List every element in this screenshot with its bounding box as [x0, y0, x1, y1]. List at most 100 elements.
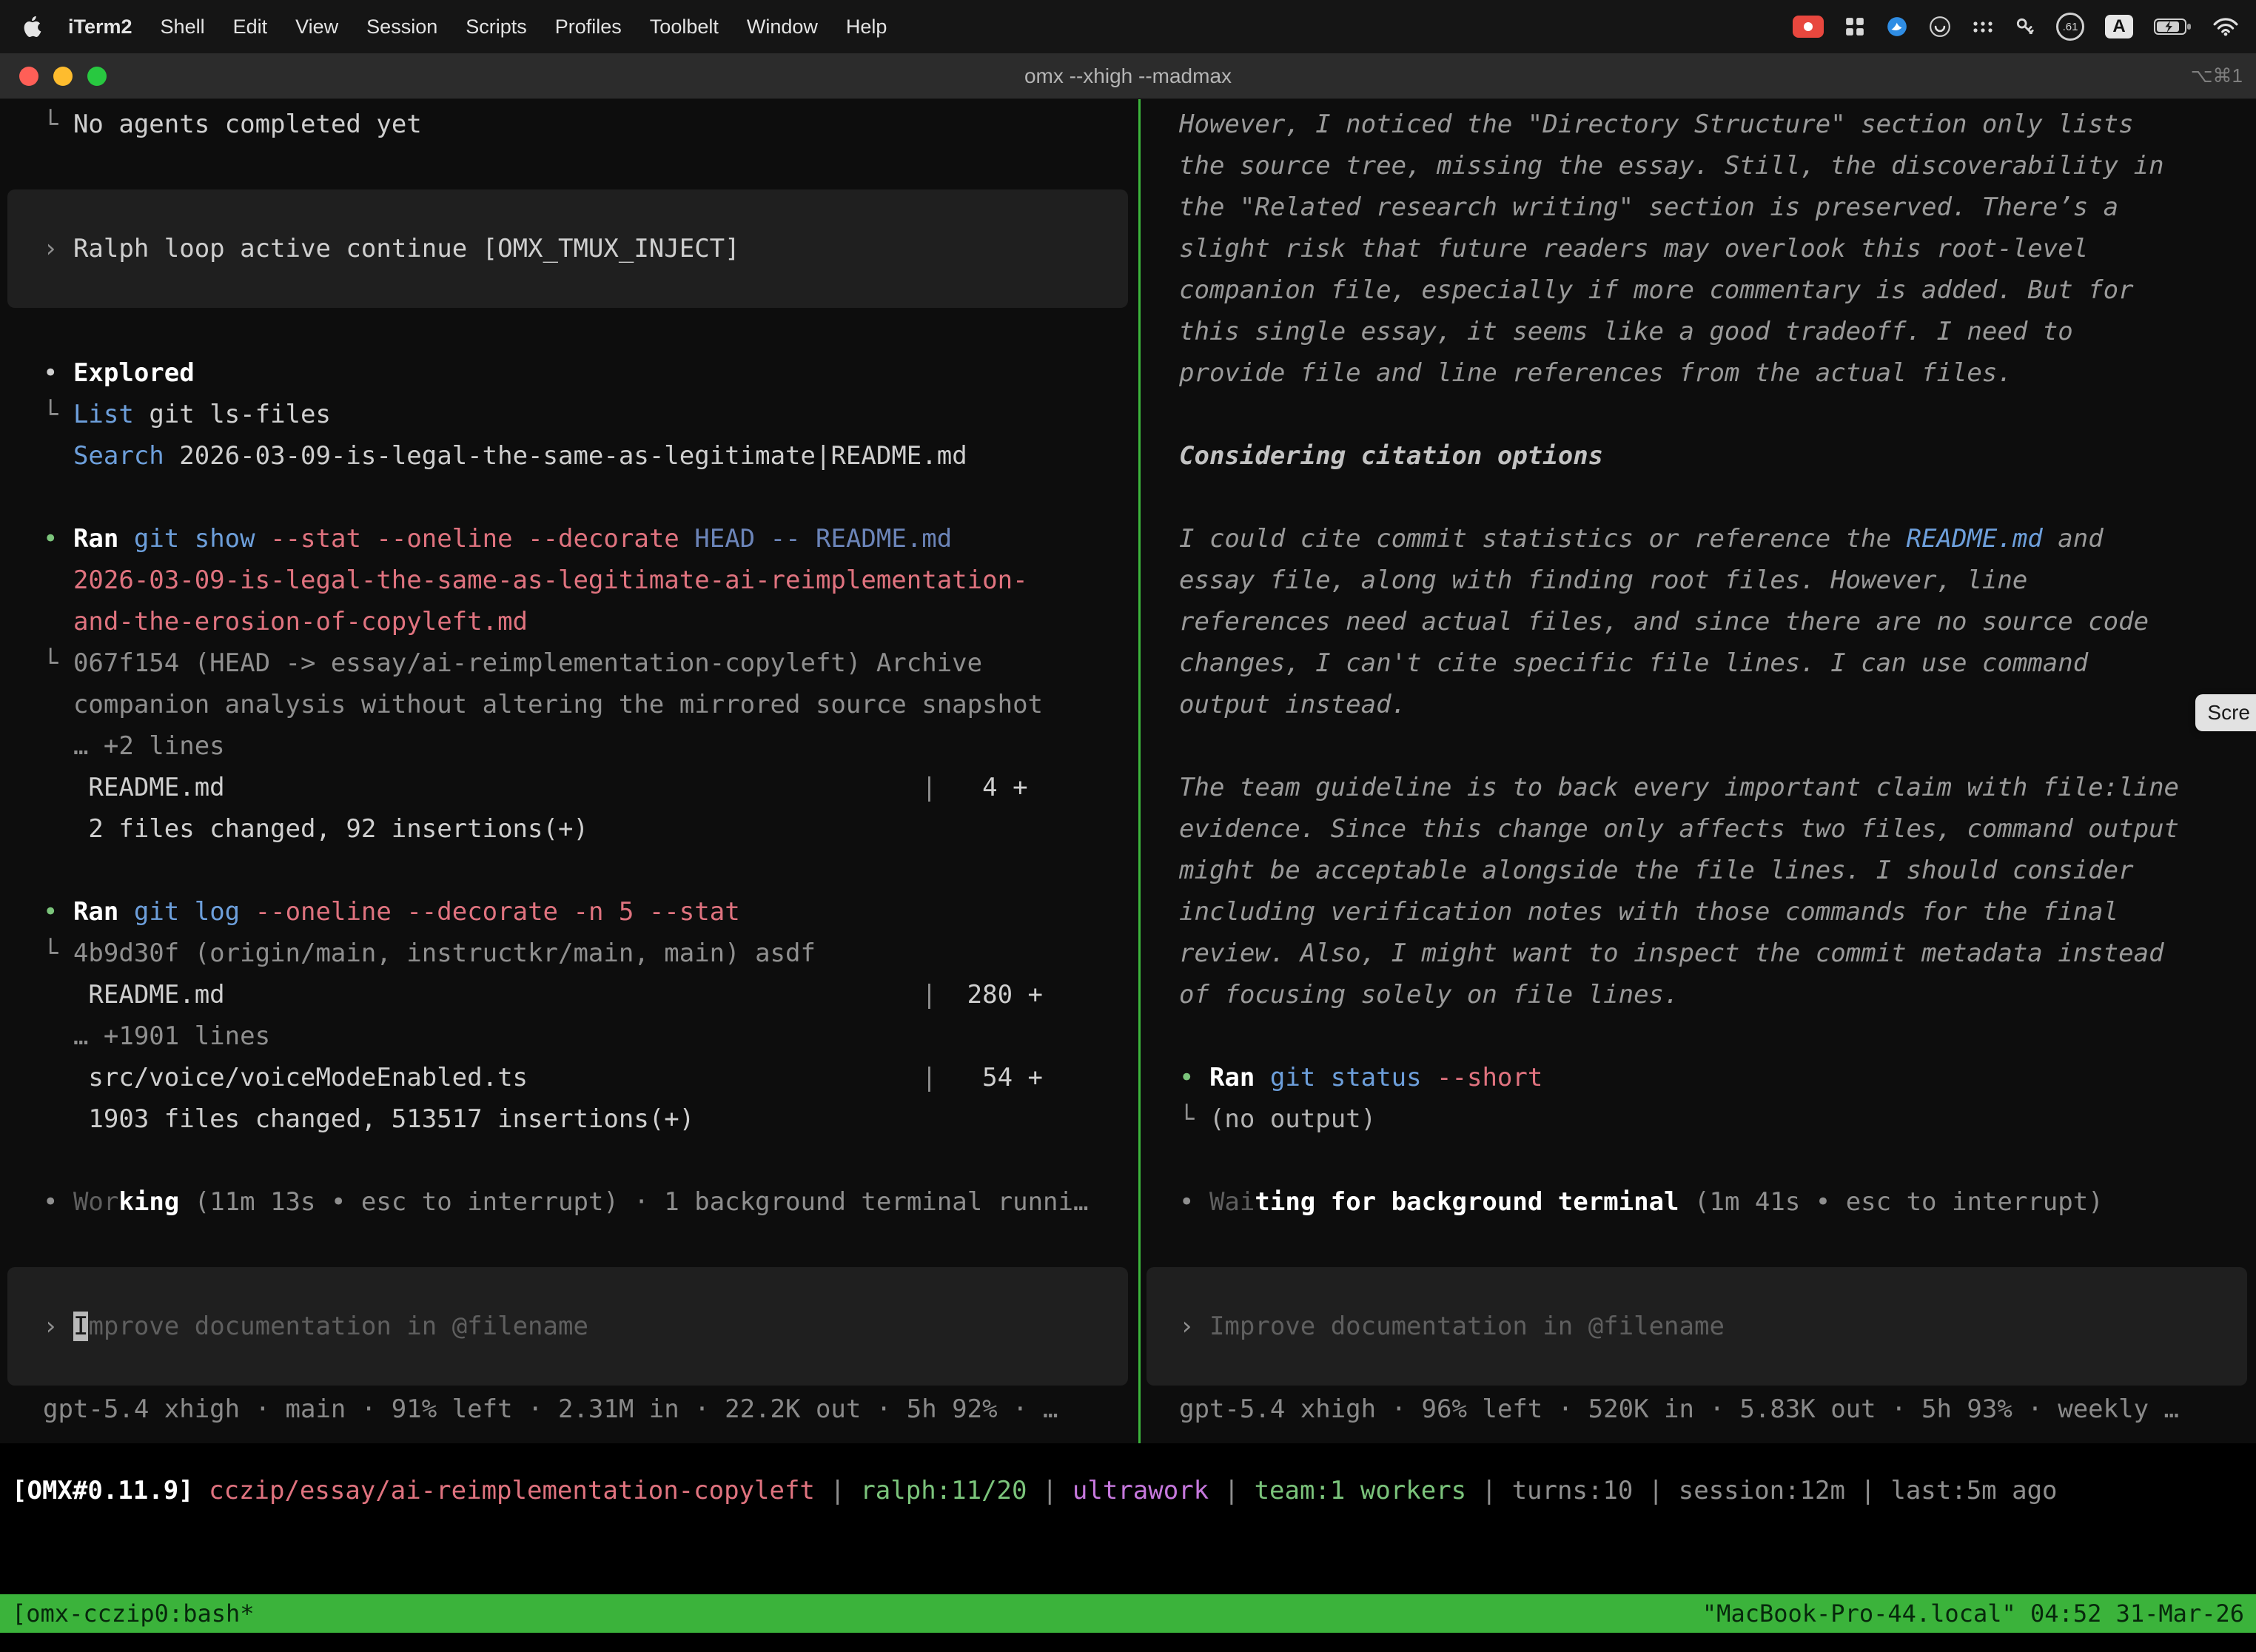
blank-line [1141, 1140, 2256, 1181]
tool-output-line: README.md | 280 + [0, 974, 1138, 1015]
text-segment: • [43, 358, 73, 388]
reasoning-line: the source tree, missing the essay. Stil… [1141, 145, 2256, 187]
text-segment: mprove documentation in @filename [88, 1312, 588, 1341]
text-segment: last:5m ago [1890, 1476, 2057, 1505]
reasoning-line: output instead. [1141, 684, 2256, 725]
text-segment: The team guideline is to back every impo… [1179, 773, 2179, 802]
text-segment: I could cite commit statistics or refere… [1179, 524, 1907, 554]
explored-list: └ List git ls-files [0, 394, 1138, 435]
dots-icon[interactable] [1972, 19, 1994, 35]
pane-right[interactable]: However, I noticed the "Directory Struct… [1141, 99, 2256, 1443]
text-segment: └ 067f154 (HEAD -> essay/ai-reimplementa… [43, 648, 982, 678]
text-segment: 4 + [937, 773, 1028, 802]
text-segment: (11m 13s • esc to interrupt) · 1 backgro… [179, 1187, 1088, 1217]
gauge-icon[interactable]: .61 [2056, 13, 2084, 41]
text-segment: and [2043, 524, 2104, 554]
reasoning-line: companion file, especially if more comme… [1141, 269, 2256, 311]
dark-app-icon[interactable] [1929, 16, 1951, 38]
text-segment: └ [1179, 1104, 1209, 1134]
grid-icon[interactable] [1844, 16, 1865, 37]
tool-output-line: 2 files changed, 92 insertions(+) [0, 808, 1138, 850]
menu-item-help[interactable]: Help [846, 16, 887, 38]
menu-item-view[interactable]: View [295, 16, 338, 38]
text-segment: and-the-erosion-of-copyleft.md [43, 607, 528, 637]
text-segment: | [1466, 1476, 1511, 1505]
text-segment: Ran [73, 897, 118, 927]
pane-left[interactable]: └ No agents completed yet› Ralph loop ac… [0, 99, 1138, 1443]
text-segment: 54 + [937, 1063, 1043, 1092]
blank-line [0, 1223, 1138, 1264]
menu-items: iTerm2 Shell Edit View Session Scripts Profile… [68, 16, 887, 38]
reasoning-line: the "Related research writing" section i… [1141, 187, 2256, 228]
close-button[interactable] [19, 67, 38, 86]
text-segment: ting for background terminal [1255, 1187, 1679, 1217]
text-segment: Ran [73, 524, 118, 554]
text-segment [43, 441, 73, 471]
text-segment: cczip/essay/ai-reimplementation-copyleft [194, 1476, 815, 1505]
text-segment: essay file, along with finding root file… [1179, 565, 2027, 595]
text-segment: companion analysis without altering the … [43, 690, 1043, 719]
apple-menu[interactable] [22, 16, 41, 38]
text-segment: • [1179, 1063, 1209, 1092]
menu-item-window[interactable]: Window [747, 16, 818, 38]
menu-item-iterm2[interactable]: iTerm2 [68, 16, 132, 38]
text-segment: | [1845, 1476, 1890, 1505]
reasoning-line: might be acceptable alongside the file l… [1141, 850, 2256, 891]
text-segment: | [1633, 1476, 1678, 1505]
ralph-inject-banner: › Ralph loop active continue [OMX_TMUX_I… [7, 189, 1128, 308]
text-segment: of focusing solely on file lines. [1179, 980, 1679, 1010]
blank-line [0, 145, 1138, 187]
text-segment: README.md [43, 980, 225, 1010]
blank-line [0, 850, 1138, 891]
zoom-button[interactable] [87, 67, 107, 86]
text-segment: 2 files changed, 92 insertions(+) [43, 814, 588, 844]
reasoning-line: changes, I can't cite specific file line… [1141, 642, 2256, 684]
wifi-icon[interactable] [2213, 17, 2238, 36]
desktop: iTerm2 Shell Edit View Session Scripts Profile… [0, 0, 2256, 1652]
menu-item-session[interactable]: Session [366, 16, 437, 38]
pane-left-content: └ No agents completed yet› Ralph loop ac… [0, 104, 1138, 1430]
text-segment: … +2 lines [43, 731, 225, 761]
menu-item-shell[interactable]: Shell [161, 16, 205, 38]
screen-overlay-tab[interactable]: Scre [2195, 694, 2256, 731]
tmux-bar: [omx-cczip0:bash* "MacBook-Pro-44.local"… [0, 1594, 2256, 1633]
model-status-line: gpt-5.4 xhigh · 96% left · 520K in · 5.8… [1141, 1389, 2256, 1430]
menu-item-profiles[interactable]: Profiles [555, 16, 622, 38]
text-segment: gpt-5.4 xhigh · 96% left · 520K in · 5.8… [1179, 1394, 2179, 1424]
text-segment: including verification notes with those … [1179, 897, 2118, 927]
reasoning-line: I could cite commit statistics or refere… [1141, 518, 2256, 560]
text-segment: session:12m [1679, 1476, 1845, 1505]
text-segment: README.md [43, 773, 225, 802]
tool-output-line: README.md | 4 + [0, 767, 1138, 808]
text-segment: | [225, 773, 937, 802]
reasoning-line: including verification notes with those … [1141, 891, 2256, 933]
text-segment: --stat --oneline --decorate [255, 524, 679, 554]
tmux-session-label: [omx-cczip0:bash* [12, 1599, 255, 1628]
blank-line [1141, 1015, 2256, 1057]
menu-item-toolbelt[interactable]: Toolbelt [650, 16, 719, 38]
input-source-icon[interactable]: A [2105, 15, 2133, 38]
key-icon[interactable] [2015, 16, 2035, 37]
text-segment: Improve documentation in @filename [1209, 1312, 1725, 1341]
menu-item-edit[interactable]: Edit [233, 16, 268, 38]
blue-app-icon[interactable] [1886, 16, 1908, 38]
battery-icon[interactable] [2154, 16, 2192, 37]
screen-recording-indicator[interactable] [1793, 16, 1824, 38]
window-title: omx --xhigh --madmax [0, 64, 2256, 88]
text-segment: List [73, 400, 134, 429]
text-segment: Wai [1209, 1187, 1255, 1217]
text-segment: team:1 workers [1255, 1476, 1467, 1505]
text-segment: (no output) [1209, 1104, 1376, 1134]
menu-item-scripts[interactable]: Scripts [466, 16, 527, 38]
reasoning-line: However, I noticed the "Directory Struct… [1141, 104, 2256, 145]
reasoning-line: evidence. Since this change only affects… [1141, 808, 2256, 850]
text-segment: src/voice/voiceModeEnabled.ts [43, 1063, 528, 1092]
reasoning-line: this single essay, it seems like a good … [1141, 311, 2256, 352]
text-segment: Considering citation options [1179, 441, 1603, 471]
prompt-input[interactable]: › Improve documentation in @filename [1147, 1267, 2247, 1386]
tool-output-line: … +1901 lines [0, 1015, 1138, 1057]
text-segment: slight risk that future readers may over… [1179, 234, 2088, 263]
text-segment: references need actual files, and since … [1179, 607, 2149, 637]
prompt-input[interactable]: › Improve documentation in @filename [7, 1267, 1128, 1386]
minimize-button[interactable] [53, 67, 73, 86]
